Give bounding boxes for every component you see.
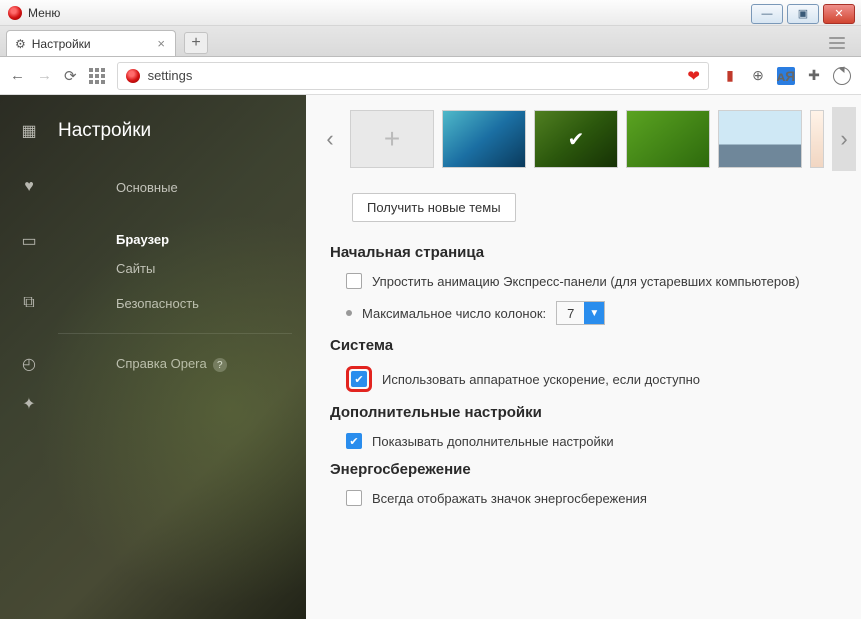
get-themes-button[interactable]: Получить новые темы xyxy=(352,193,516,222)
label-max-columns: Максимальное число колонок: xyxy=(362,306,546,321)
themes-prev-button[interactable]: ‹ xyxy=(318,107,342,171)
sidebar-item-basic[interactable]: Основные xyxy=(116,173,178,202)
close-button[interactable]: ✕ xyxy=(823,4,855,24)
chevron-down-icon[interactable]: ▼ xyxy=(584,302,604,324)
label-power-icon: Всегда отображать значок энергосбережени… xyxy=(372,491,647,506)
gear-icon: ⚙ xyxy=(15,37,26,51)
nav-toolbar: ← → ⟳ ❤ ▮ ⊕ ᴀЯ ✚ xyxy=(0,57,861,95)
minimize-button[interactable]: — xyxy=(751,4,783,24)
speed-dial-button[interactable] xyxy=(89,68,105,84)
section-advanced-heading: Дополнительные настройки xyxy=(330,404,861,421)
devices-icon: ⧉ xyxy=(0,294,58,312)
theme-tile-4[interactable] xyxy=(718,110,802,168)
adblock-icon[interactable]: ▮ xyxy=(721,67,739,85)
opera-logo-icon xyxy=(8,6,22,20)
checkbox-power-icon[interactable] xyxy=(346,490,362,506)
label-simplify-animation: Упростить анимацию Экспресс-панели (для … xyxy=(372,274,800,289)
themes-next-button[interactable]: › xyxy=(832,107,856,171)
browser-icon: ▭ xyxy=(0,225,58,251)
settings-content: ‹ + › Получить новые темы Начальная стра… xyxy=(306,95,861,619)
tab-settings[interactable]: ⚙ Настройки × xyxy=(6,30,176,56)
url-input[interactable] xyxy=(148,68,680,83)
theme-tile-3[interactable] xyxy=(626,110,710,168)
theme-tile-5[interactable] xyxy=(810,110,824,168)
help-hint-icon: ? xyxy=(213,358,227,372)
heart-icon: ♥ xyxy=(0,178,58,196)
checkbox-hardware-accel[interactable] xyxy=(351,371,367,387)
label-hardware-accel: Использовать аппаратное ускорение, если … xyxy=(382,372,700,387)
sidebar-item-browser[interactable]: Браузер xyxy=(116,225,169,254)
label-show-advanced: Показывать дополнительные настройки xyxy=(372,434,614,449)
clock-icon: ◴ xyxy=(0,354,58,374)
themes-carousel: ‹ + › xyxy=(318,101,861,177)
bookmark-heart-icon[interactable]: ❤ xyxy=(687,67,700,85)
puzzle-icon: ✦ xyxy=(0,394,58,414)
highlight-annotation xyxy=(346,366,372,392)
section-system-heading: Система xyxy=(330,337,861,354)
sidebar-title: Настройки xyxy=(58,120,151,142)
tab-strip: ⚙ Настройки × + xyxy=(0,26,861,57)
opera-badge-icon xyxy=(126,69,140,83)
section-power-heading: Энергосбережение xyxy=(330,461,861,478)
tab-close-button[interactable]: × xyxy=(157,36,165,51)
translate-icon[interactable]: ᴀЯ xyxy=(777,67,795,85)
max-columns-select[interactable]: 7 ▼ xyxy=(556,301,605,325)
maximize-button[interactable]: ▣ xyxy=(787,4,819,24)
max-columns-value: 7 xyxy=(557,306,584,321)
sync-icon[interactable]: ⊕ xyxy=(749,67,767,85)
sidebar-item-security[interactable]: Безопасность xyxy=(116,289,199,318)
grid-icon: ▦ xyxy=(0,121,58,141)
checkbox-show-advanced[interactable] xyxy=(346,433,362,449)
extensions-icon[interactable]: ✚ xyxy=(805,67,823,85)
window-titlebar: Меню — ▣ ✕ xyxy=(0,0,861,26)
menu-button[interactable]: Меню xyxy=(28,6,60,20)
sidebar-item-sites[interactable]: Сайты xyxy=(116,254,169,283)
section-startpage-heading: Начальная страница xyxy=(330,244,861,261)
checkbox-simplify-animation[interactable] xyxy=(346,273,362,289)
theme-tile-2-selected[interactable] xyxy=(534,110,618,168)
settings-sidebar: ▦ Настройки ♥ Основные ▭ Браузер Сайты ⧉… xyxy=(0,95,306,619)
forward-button[interactable]: → xyxy=(37,67,52,84)
bullet-icon xyxy=(346,310,352,316)
sidebar-item-help[interactable]: Справка Opera? xyxy=(116,349,227,380)
refresh-extension-icon[interactable] xyxy=(833,67,851,85)
tab-menu-button[interactable] xyxy=(823,32,851,54)
theme-tile-1[interactable] xyxy=(442,110,526,168)
reload-button[interactable]: ⟳ xyxy=(64,67,77,85)
address-bar[interactable]: ❤ xyxy=(117,62,709,90)
tab-title: Настройки xyxy=(32,37,91,51)
theme-add-tile[interactable]: + xyxy=(350,110,434,168)
back-button[interactable]: ← xyxy=(10,67,25,84)
new-tab-button[interactable]: + xyxy=(184,32,208,54)
